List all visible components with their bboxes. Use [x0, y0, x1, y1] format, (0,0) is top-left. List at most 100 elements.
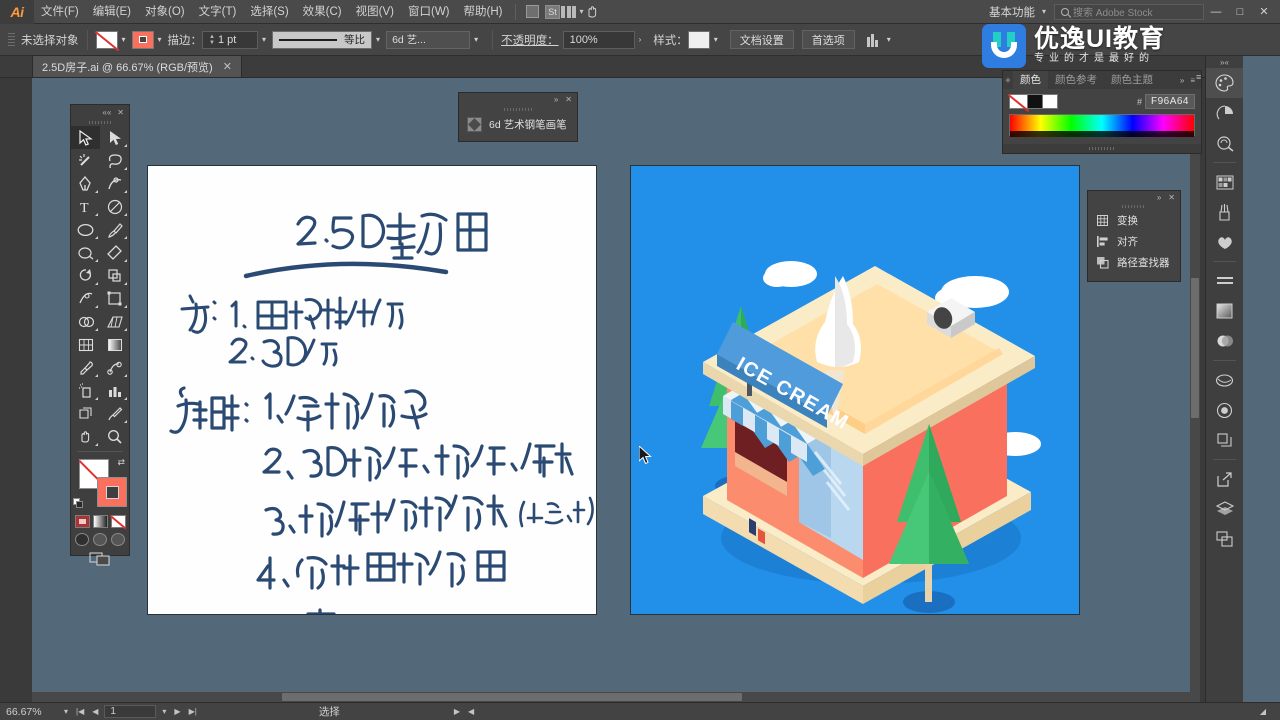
menu-effect[interactable]: 效果(C): [296, 0, 349, 24]
gradient-fill-icon[interactable]: [92, 515, 108, 528]
shaper-tool[interactable]: [71, 241, 100, 264]
menu-edit[interactable]: 编辑(E): [86, 0, 138, 24]
canvas-vertical-scrollbar[interactable]: [1190, 78, 1200, 702]
zoom-caret-icon[interactable]: ▾: [60, 707, 72, 716]
scrollbar-thumb[interactable]: [1191, 278, 1199, 418]
scrollbar-thumb[interactable]: [282, 693, 742, 701]
last-artboard-icon[interactable]: ▶|: [185, 707, 201, 716]
style-caret-icon[interactable]: ▾: [714, 35, 718, 44]
transparency-icon[interactable]: [1206, 326, 1243, 356]
menu-object[interactable]: 对象(O): [138, 0, 192, 24]
layers-icon[interactable]: [1206, 494, 1243, 524]
fill-caret-icon[interactable]: ▾: [122, 35, 126, 44]
tab-color-themes[interactable]: 颜色主题: [1104, 71, 1160, 89]
hand-icon[interactable]: [582, 3, 602, 20]
color-panel-grip[interactable]: ◈: [1003, 71, 1013, 89]
menu-select[interactable]: 选择(S): [243, 0, 295, 24]
opacity-input[interactable]: 100%: [562, 30, 635, 49]
brushes-icon[interactable]: [1206, 197, 1243, 227]
panel-item-transform[interactable]: 变换: [1088, 210, 1180, 231]
rotate-tool[interactable]: [71, 264, 100, 287]
maximize-button[interactable]: □: [1228, 0, 1252, 24]
mesh-tool[interactable]: [71, 333, 100, 356]
stock-search-input[interactable]: 搜索 Adobe Stock: [1054, 3, 1204, 20]
canvas-horizontal-scrollbar[interactable]: [32, 692, 1200, 702]
menu-view[interactable]: 视图(V): [349, 0, 401, 24]
menu-type[interactable]: 文字(T): [192, 0, 244, 24]
stroke-profile-select[interactable]: 等比: [272, 30, 373, 49]
export-icon[interactable]: [1206, 464, 1243, 494]
menu-help[interactable]: 帮助(H): [457, 0, 510, 24]
align-icon[interactable]: [866, 33, 883, 47]
color-guide-icon[interactable]: [1206, 98, 1243, 128]
libraries-icon[interactable]: [1206, 365, 1243, 395]
workspace-caret-icon[interactable]: ▾: [1042, 7, 1046, 16]
symbol-sprayer-tool[interactable]: [71, 379, 100, 402]
brush-panel-drag-handle[interactable]: [459, 106, 577, 113]
dock-panel-menu-icon[interactable]: ≡: [1196, 72, 1201, 82]
column-graph-tool[interactable]: [100, 379, 129, 402]
color-spectrum-dark-row[interactable]: [1010, 131, 1194, 137]
tab-color[interactable]: 颜色: [1013, 71, 1048, 89]
color-panel-icon[interactable]: [1206, 68, 1243, 98]
selection-tool[interactable]: [71, 126, 100, 149]
next-artboard-icon[interactable]: ▶: [170, 707, 184, 716]
color-spectrum-bar[interactable]: [1009, 114, 1195, 137]
direct-selection-tool[interactable]: [100, 126, 129, 149]
swap-fill-stroke-icon[interactable]: ⇄: [117, 457, 125, 468]
stroke-color-swatch[interactable]: [131, 30, 154, 49]
draw-inside-icon[interactable]: [111, 533, 125, 546]
color-panel-menu-icon[interactable]: ≡: [1190, 76, 1195, 85]
prev-artboard-icon[interactable]: ◀: [88, 707, 102, 716]
opacity-caret-icon[interactable]: ›: [639, 35, 642, 44]
brush-panel-close-icon[interactable]: ✕: [565, 95, 572, 104]
ellipse-tool[interactable]: [71, 218, 100, 241]
align-caret-icon[interactable]: ▾: [887, 35, 891, 44]
document-tab[interactable]: 2.5D房子.ai @ 66.67% (RGB/预览) ✕: [32, 55, 242, 77]
tab-color-guide[interactable]: 颜色参考: [1048, 71, 1104, 89]
zoom-level-value[interactable]: 66.67%: [0, 706, 60, 718]
hand-tool[interactable]: [71, 425, 100, 448]
color-panel-resize-handle[interactable]: [1003, 144, 1201, 153]
stroke-icon[interactable]: [1206, 266, 1243, 296]
tools-close-icon[interactable]: ✕: [117, 108, 124, 117]
hex-value-input[interactable]: F96A64: [1144, 94, 1195, 109]
appearance-icon[interactable]: [1206, 395, 1243, 425]
status-grip-icon[interactable]: ◀: [464, 707, 478, 716]
color-black-swatch[interactable]: [1028, 94, 1043, 109]
bridge-icon[interactable]: [522, 3, 542, 20]
fill-color-swatch[interactable]: [95, 30, 118, 49]
symbols-icon[interactable]: [1206, 227, 1243, 257]
gradient-icon[interactable]: [1206, 296, 1243, 326]
eyedropper-tool[interactable]: [71, 356, 100, 379]
stroke-swatch[interactable]: [97, 477, 127, 507]
perspective-grid-tool[interactable]: [100, 310, 129, 333]
panel-item-pathfinder[interactable]: 路径查找器: [1088, 252, 1180, 273]
brush-panel-collapse-icon[interactable]: »: [554, 95, 558, 104]
artboard-number-input[interactable]: 1: [104, 705, 157, 718]
menu-window[interactable]: 窗口(W): [401, 0, 457, 24]
type-tool[interactable]: T: [71, 195, 100, 218]
scale-tool[interactable]: [100, 264, 129, 287]
gradient-tool[interactable]: [100, 333, 129, 356]
transform-panel-drag-handle[interactable]: [1088, 203, 1180, 210]
status-expand-icon[interactable]: ▶: [450, 707, 464, 716]
transform-panel-collapse-icon[interactable]: »: [1157, 193, 1161, 202]
graphic-style-swatch[interactable]: [687, 30, 710, 49]
free-transform-tool[interactable]: [100, 287, 129, 310]
minimize-button[interactable]: —: [1204, 0, 1228, 24]
color-panel-collapse-icon[interactable]: »: [1180, 76, 1184, 85]
paintbrush-tool[interactable]: [100, 218, 129, 241]
swatches-icon[interactable]: [1206, 167, 1243, 197]
width-tool[interactable]: [71, 287, 100, 310]
dock-collapse-icon[interactable]: »«: [1206, 56, 1243, 68]
stroke-weight-input[interactable]: ▲ ▼ 1 pt: [202, 30, 259, 49]
line-segment-tool[interactable]: [100, 195, 129, 218]
artboard-caret-icon[interactable]: ▾: [158, 707, 170, 716]
menu-file[interactable]: 文件(F): [34, 0, 86, 24]
curvature-tool[interactable]: [100, 172, 129, 195]
slice-tool[interactable]: [100, 402, 129, 425]
first-artboard-icon[interactable]: |◀: [72, 707, 88, 716]
color-none-swatch[interactable]: [1009, 94, 1028, 109]
brush-caret-icon[interactable]: ▾: [474, 35, 478, 44]
